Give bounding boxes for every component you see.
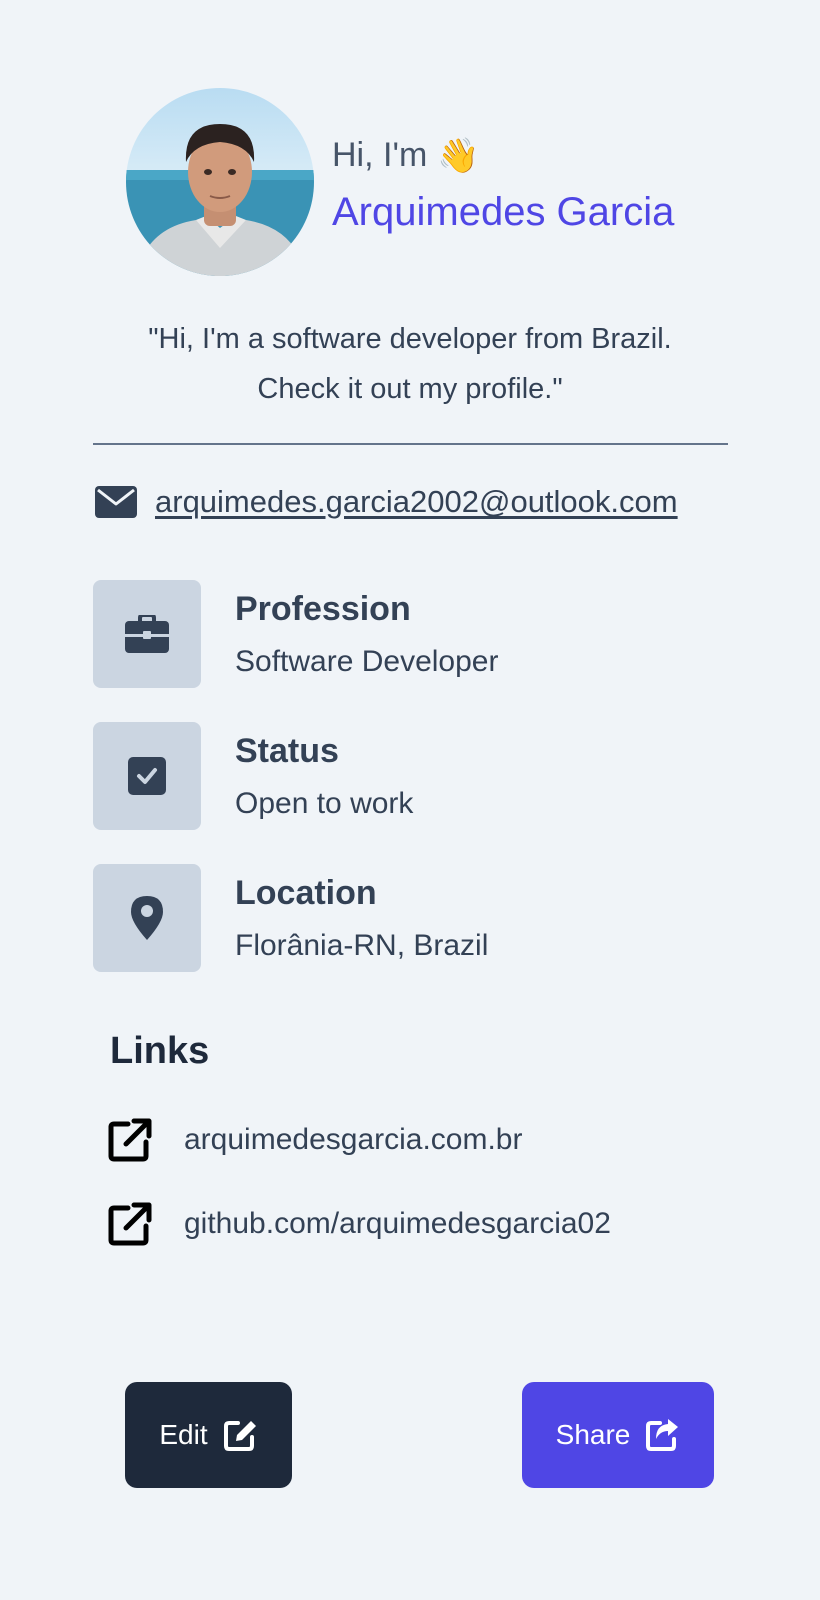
avatar bbox=[126, 88, 314, 276]
bio: "Hi, I'm a software developer from Brazi… bbox=[60, 314, 760, 414]
greeting-text: Hi, I'm bbox=[332, 136, 428, 174]
icon-box bbox=[93, 722, 201, 830]
info-title: Profession bbox=[235, 589, 411, 628]
checkbox-icon bbox=[128, 757, 166, 795]
icon-box bbox=[93, 864, 201, 972]
link-label: github.com/arquimedesgarcia02 bbox=[184, 1207, 611, 1240]
info-value: Software Developer bbox=[235, 644, 499, 678]
info-profession: Profession Software Developer bbox=[93, 580, 498, 688]
info-status: Status Open to work bbox=[93, 722, 413, 830]
info-value: Open to work bbox=[235, 786, 414, 820]
edit-label: Edit bbox=[159, 1419, 208, 1450]
edit-button[interactable]: Edit bbox=[125, 1382, 292, 1488]
info-location: Location Florânia-RN, Brazil bbox=[93, 864, 488, 972]
greeting-block: Hi, I'm 👋 Arquimedes Garcia bbox=[332, 136, 674, 235]
share-icon bbox=[646, 1419, 679, 1451]
edit-icon bbox=[223, 1421, 256, 1451]
link-github[interactable]: github.com/arquimedesgarcia02 bbox=[108, 1202, 611, 1246]
share-label: Share bbox=[555, 1419, 631, 1450]
email-link[interactable]: arquimedes.garcia2002@outlook.com bbox=[155, 484, 678, 520]
link-label: arquimedesgarcia.com.br bbox=[184, 1123, 523, 1156]
external-link-icon bbox=[108, 1202, 152, 1246]
info-value: Florânia-RN, Brazil bbox=[235, 928, 489, 962]
briefcase-icon bbox=[125, 615, 169, 653]
divider bbox=[93, 443, 728, 445]
greeting-line: Hi, I'm 👋 bbox=[332, 136, 674, 176]
email-row: arquimedes.garcia2002@outlook.com bbox=[95, 484, 678, 520]
external-link-icon bbox=[108, 1118, 152, 1162]
link-website[interactable]: arquimedesgarcia.com.br bbox=[108, 1118, 522, 1162]
icon-box bbox=[93, 580, 201, 688]
bio-line-2: Check it out my profile." bbox=[257, 373, 563, 405]
wave-icon: 👋 bbox=[437, 136, 480, 175]
share-button[interactable]: Share bbox=[522, 1382, 714, 1488]
profile-header: Hi, I'm 👋 Arquimedes Garcia bbox=[126, 88, 674, 276]
bio-line-1: "Hi, I'm a software developer from Brazi… bbox=[148, 323, 672, 355]
info-title: Status bbox=[235, 731, 339, 770]
user-name: Arquimedes Garcia bbox=[332, 189, 675, 234]
links-heading: Links bbox=[110, 1030, 210, 1072]
location-pin-icon bbox=[131, 896, 163, 940]
info-title: Location bbox=[235, 873, 377, 912]
envelope-icon bbox=[95, 486, 137, 518]
